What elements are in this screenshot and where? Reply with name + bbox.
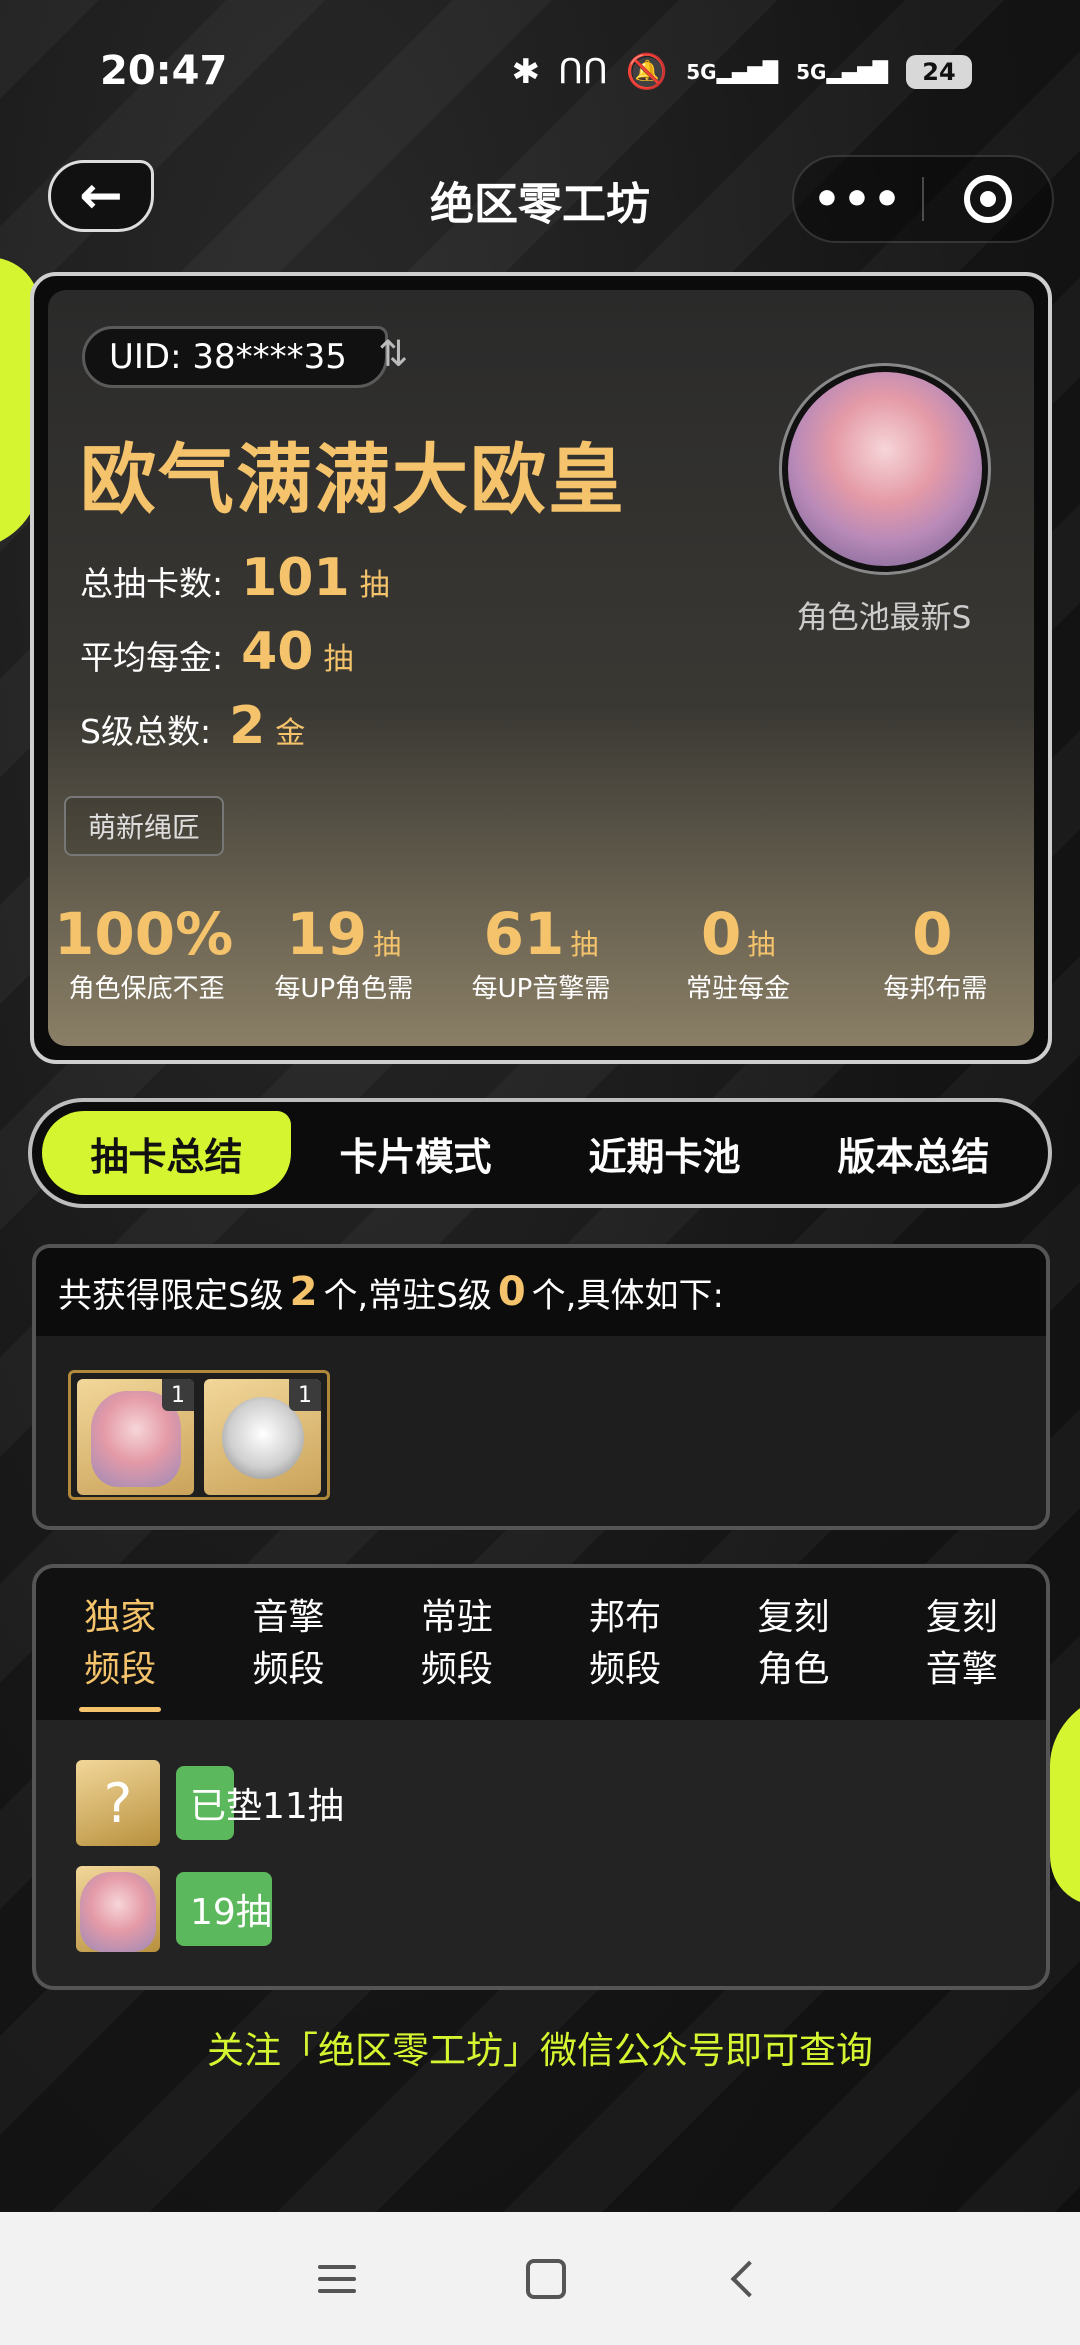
pity-row-current: ? 已垫11抽 [76,1760,496,1846]
metric-value: 19 [286,900,368,968]
stat-label: S级总数: [80,712,212,751]
pity-tab-bangboo[interactable]: 邦布 频段 [541,1568,709,1720]
pity-tab-w-engine[interactable]: 音擎 频段 [204,1568,372,1720]
status-icons: ✱ ᑎᑎ 🔕 5G▂▄▆█ 5G▂▄▆█ 24 [512,52,972,92]
pity-tab-exclusive[interactable]: 独家 频段 [36,1568,204,1720]
metric-value: 0 [912,900,953,968]
metric-label: 每邦布需 [883,974,988,1004]
status-bar: 20:47 ✱ ᑎᑎ 🔕 5G▂▄▆█ 5G▂▄▆█ 24 [0,0,1080,150]
item-count: 1 [162,1379,194,1411]
tab-card-mode[interactable]: 卡片模式 [291,1111,540,1195]
target-icon [963,175,1012,223]
system-nav-bar [0,2212,1080,2345]
metric-unit: 抽 [570,928,599,961]
metric-value: 61 [483,900,565,968]
metric-label: 每UP音擎需 [471,974,611,1004]
pity-tab-rerun-engine[interactable]: 复刻 音擎 [878,1568,1046,1720]
metric-no-lose-rate: 100% 角色保底不歪 [52,900,242,1005]
tab-recent-banners[interactable]: 近期卡池 [540,1111,789,1195]
metric-label: 常驻每金 [686,974,791,1004]
pity-progress: 已垫11抽 [176,1766,496,1840]
home-icon[interactable] [526,2258,566,2299]
profile-card-body: UID: 38****35 ⇅ 欧气满满大欧皇 总抽卡数: 101 抽 平均每金… [48,290,1034,1046]
metric-unit: 抽 [373,928,402,961]
obtained-items: 1 1 [68,1370,330,1500]
pity-progress: 19抽 [176,1872,496,1946]
uid-badge: UID: 38****35 [82,326,388,388]
footer-note: 关注「绝区零工坊」微信公众号即可查询 [207,2029,873,2072]
metric-value: 100% [54,900,234,968]
w-engine-thumbnail[interactable]: 1 [204,1379,321,1495]
pity-bar-label: 已垫11抽 [190,1786,344,1827]
stat-label: 平均每金: [80,638,224,677]
pity-tabs: 独家 频段 音擎 频段 常驻 频段 邦布 频段 复刻 角色 复刻 音擎 [36,1568,1046,1720]
rank-badge: 萌新绳匠 [64,796,225,856]
stat-unit: 抽 [359,568,390,603]
signal-icon: 5G▂▄▆█ [686,60,779,84]
stat-s-rank-total: S级总数: 2 金 [80,696,305,756]
character-icon [76,1866,160,1952]
menu-icon[interactable] [318,2264,356,2293]
pity-tab-standard[interactable]: 常驻 频段 [373,1568,541,1720]
avatar [779,363,991,575]
standard-count: 0 [497,1269,526,1315]
back-icon[interactable] [730,2260,768,2297]
signal-icon-2: 5G▂▄▆█ [796,60,888,84]
pity-tab-rerun-character[interactable]: 复刻 角色 [709,1568,877,1720]
metric-label: 角色保底不歪 [68,974,225,1004]
stat-total-pulls: 总抽卡数: 101 抽 [80,548,390,608]
limited-count: 2 [289,1269,318,1315]
stat-average-per-gold: 平均每金: 40 抽 [80,622,354,682]
metric-per-up-character: 19 抽 每UP角色需 [249,900,439,1005]
metric-per-bangboo: 0 每邦布需 [840,900,1030,1005]
stat-value: 2 [229,696,266,756]
mute-icon: 🔕 [625,52,669,92]
question-icon: ? [76,1760,160,1846]
metric-value: 0 [700,900,742,968]
item-count: 1 [289,1379,321,1411]
summary-heading: 共获得限定S级 2 个,常驻S级 0 个,具体如下: [36,1248,1046,1336]
stat-unit: 金 [275,716,306,751]
miniapp-capsule: ••• [792,155,1054,243]
battery-icon: 24 [906,55,972,89]
status-time: 20:47 [100,48,228,94]
metrics-row: 100% 角色保底不歪 19 抽 每UP角色需 61 抽 每UP音擎需 0抽 常驻每… [48,900,1034,1005]
profile-card: UID: 38****35 ⇅ 欧气满满大欧皇 总抽卡数: 101 抽 平均每金… [30,272,1052,1064]
close-miniapp-button[interactable] [924,175,1052,223]
bluetooth-icon: ✱ [511,52,541,92]
metric-unit: 抽 [747,928,776,961]
character-thumbnail[interactable]: 1 [77,1379,194,1495]
pity-panel: 独家 频段 音擎 频段 常驻 频段 邦布 频段 复刻 角色 复刻 音擎 ? 已垫11抽 19… [32,1564,1050,1990]
tab-pull-summary[interactable]: 抽卡总结 [42,1111,291,1195]
metric-per-up-engine: 61 抽 每UP音擎需 [446,900,636,1005]
main-tab-bar: 抽卡总结 卡片模式 近期卡池 版本总结 [28,1098,1052,1208]
more-button[interactable]: ••• [794,174,922,225]
s-rank-summary-panel: 共获得限定S级 2 个,常驻S级 0 个,具体如下: 1 1 [32,1244,1050,1530]
pity-bar-label: 19抽 [190,1892,272,1933]
swap-account-icon[interactable]: ⇅ [378,334,408,375]
metric-label: 每UP角色需 [274,974,414,1004]
pity-row-character: 19抽 [76,1866,496,1952]
stat-unit: 抽 [323,642,354,677]
stat-value: 40 [241,622,314,682]
earbuds-icon: ᑎᑎ [558,52,608,92]
profile-title: 欧气满满大欧皇 [80,435,626,524]
metric-standard-per-gold: 0抽 常驻每金 [643,900,833,1005]
stat-label: 总抽卡数: [80,564,224,603]
avatar-caption: 角色池最新S [796,600,972,636]
stat-value: 101 [241,548,350,608]
tab-version-summary[interactable]: 版本总结 [789,1111,1038,1195]
